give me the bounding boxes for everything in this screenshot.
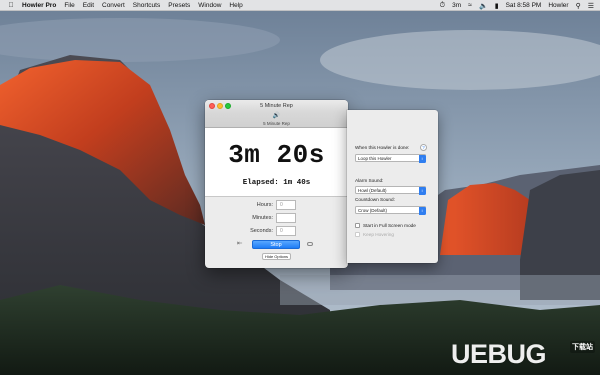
when-done-popup[interactable]: Loop this Howler ↕ bbox=[355, 154, 426, 163]
menu-convert[interactable]: Convert bbox=[102, 2, 125, 9]
checkbox-box[interactable] bbox=[355, 231, 360, 237]
chevron-updown-icon: ↕ bbox=[418, 186, 426, 195]
hours-input[interactable]: 0 bbox=[276, 200, 296, 210]
wifi-icon[interactable]: ≈ bbox=[468, 2, 472, 9]
howler-name: 5 Minute Rep bbox=[263, 121, 290, 126]
close-button[interactable] bbox=[209, 103, 215, 109]
speaker-icon[interactable]: 🔊 bbox=[205, 112, 348, 120]
notification-center-icon[interactable]: ☰ bbox=[588, 2, 594, 10]
status-app-menu[interactable]: Howler bbox=[548, 2, 568, 9]
volume-icon[interactable]: 🔈 bbox=[479, 2, 488, 10]
countdown-text: 3m 20s bbox=[228, 140, 325, 170]
when-done-value: Loop this Howler bbox=[358, 156, 392, 161]
menu-edit[interactable]: Edit bbox=[83, 2, 94, 9]
status-clock[interactable]: Sat 8:58 PM bbox=[506, 2, 542, 9]
keep-hovering-label: Keep Hovering bbox=[363, 231, 395, 237]
minutes-row: Minutes: bbox=[205, 213, 348, 223]
menu-window[interactable]: Window bbox=[198, 2, 221, 9]
seconds-label: Seconds: bbox=[250, 228, 273, 234]
spotlight-icon[interactable]: ⚲ bbox=[576, 2, 581, 10]
countdown-sound-value: Crow (Default) bbox=[358, 208, 388, 213]
watermark-badge: 下载站 bbox=[570, 341, 595, 353]
when-done-label: When this Howler is done: bbox=[355, 145, 410, 150]
chevron-updown-icon: ↕ bbox=[418, 206, 426, 215]
seconds-row: Seconds: 0 bbox=[205, 226, 348, 236]
alarm-sound-popup[interactable]: Howl (Default) ↕ bbox=[355, 186, 426, 195]
hours-row: Hours: 0 bbox=[205, 200, 348, 210]
menu-presets[interactable]: Presets bbox=[168, 2, 190, 9]
howler-main-window: 5 Minute Rep 🔊 5 Minute Rep 3m 20s Elaps… bbox=[205, 100, 348, 268]
window-title: 5 Minute Rep bbox=[260, 103, 293, 109]
watermark-logo: UEBUG bbox=[451, 339, 547, 369]
zoom-button[interactable] bbox=[225, 103, 231, 109]
time-controls: Hours: 0 Minutes: Seconds: 0 ⇤ Stop Hide… bbox=[205, 197, 348, 268]
status-area: ⏱ 3m ≈ 🔈 ▮ Sat 8:58 PM Howler ⚲ ☰ bbox=[440, 0, 594, 11]
status-timer[interactable]: 3m bbox=[452, 2, 461, 9]
minutes-input[interactable] bbox=[276, 213, 296, 223]
start-fullscreen-checkbox[interactable]: Start in Full Screen mode bbox=[355, 222, 416, 228]
countdown-sound-popup[interactable]: Crow (Default) ↕ bbox=[355, 206, 426, 215]
options-drawer: When this Howler is done: ? Loop this Ho… bbox=[347, 110, 438, 263]
menu-shortcuts[interactable]: Shortcuts bbox=[133, 2, 160, 9]
alarm-sound-label: Alarm Sound: bbox=[355, 178, 384, 183]
hide-options-button[interactable]: Hide Options bbox=[262, 253, 291, 260]
menu-file[interactable]: File bbox=[64, 2, 74, 9]
minimize-button[interactable] bbox=[217, 103, 223, 109]
pin-icon[interactable]: ⇤ bbox=[237, 239, 242, 247]
title-bar[interactable]: 5 Minute Rep bbox=[205, 100, 348, 112]
mini-mode-icon[interactable] bbox=[307, 242, 313, 246]
checkbox-box[interactable] bbox=[355, 222, 360, 228]
keep-hovering-checkbox[interactable]: Keep Hovering bbox=[355, 231, 394, 237]
howler-status-icon[interactable]: ⏱ bbox=[440, 2, 445, 10]
countdown-sound-label: Countdown Sound: bbox=[355, 197, 395, 202]
apple-menu-icon[interactable]:  bbox=[6, 2, 16, 9]
minutes-label: Minutes: bbox=[252, 215, 273, 221]
elapsed-text: Elapsed: 1m 40s bbox=[242, 179, 311, 187]
seconds-input[interactable]: 0 bbox=[276, 226, 296, 236]
chevron-updown-icon: ↕ bbox=[418, 154, 426, 163]
stop-button[interactable]: Stop bbox=[252, 240, 300, 249]
menu-help[interactable]: Help bbox=[229, 2, 242, 9]
timer-display: 3m 20s Elapsed: 1m 40s bbox=[205, 128, 348, 197]
battery-icon[interactable]: ▮ bbox=[495, 2, 499, 10]
hours-label: Hours: bbox=[256, 202, 273, 208]
menu-bar:  Howler Pro File Edit Convert Shortcuts… bbox=[0, 0, 600, 11]
start-fullscreen-label: Start in Full Screen mode bbox=[363, 222, 416, 228]
help-icon[interactable]: ? bbox=[420, 144, 427, 151]
menu-app-name[interactable]: Howler Pro bbox=[22, 2, 56, 9]
toolbar: 🔊 5 Minute Rep bbox=[205, 112, 348, 128]
alarm-sound-value: Howl (Default) bbox=[358, 188, 387, 193]
